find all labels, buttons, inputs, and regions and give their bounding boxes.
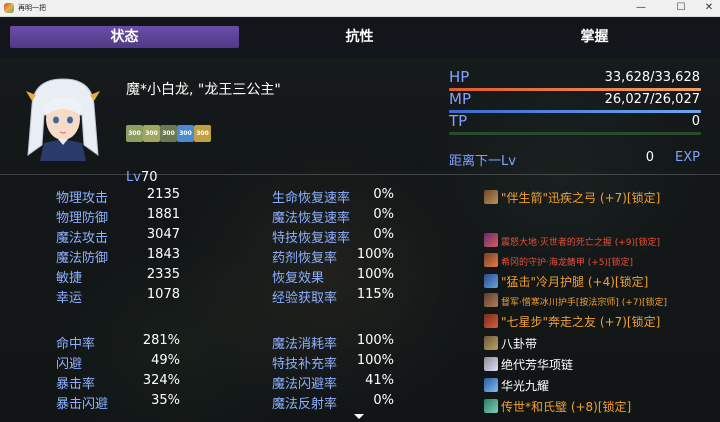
- equip-slot[interactable]: 督军·憎寒冰川护手[按法宗师] (+7)[锁定]: [484, 293, 667, 308]
- param-value: 2135: [146, 187, 180, 202]
- tab-mastery[interactable]: 掌握: [480, 26, 709, 48]
- status-tabs: 状态 抗性 掌握: [0, 17, 720, 57]
- hp-label: HP: [449, 68, 470, 86]
- param-label: 敏捷: [56, 271, 83, 286]
- gloves-icon: [484, 293, 498, 307]
- equip-slot[interactable]: 希冈的守护·海龙鳍甲 (+5)[锁定]: [484, 253, 633, 268]
- boots-icon: [484, 314, 498, 328]
- param-label: 恢复效果: [272, 271, 325, 286]
- tab-status[interactable]: 状态: [10, 26, 239, 48]
- param-label: 魔法闪避率: [272, 377, 338, 392]
- hp-value: 33,628/33,628: [604, 70, 700, 85]
- param-value: 2335: [146, 267, 180, 282]
- param-label: 魔法攻击: [56, 231, 109, 246]
- tab-resistance[interactable]: 抗性: [245, 26, 474, 48]
- param-value: 1078: [146, 287, 180, 302]
- param-label: 幸运: [56, 291, 83, 306]
- equip-slot[interactable]: 震怒大地·灭世者的死亡之握 (+9)[锁定]: [484, 233, 660, 248]
- param-value: 324%: [142, 373, 180, 388]
- param-value: 281%: [142, 333, 180, 348]
- window-titlebar: 再明一把 — ☐ ✕: [0, 0, 720, 17]
- equip-slot[interactable]: 绝代芳华项链: [484, 356, 573, 373]
- tp-value: 0: [691, 114, 700, 129]
- equip-slot[interactable]: "七星步"奔走之友 (+7)[锁定]: [484, 313, 660, 330]
- param-value: 115%: [356, 287, 394, 302]
- param-value: 0%: [373, 227, 394, 242]
- buff-icon: 300: [126, 125, 143, 142]
- necklace-icon: [484, 357, 498, 371]
- param-label: 魔法消耗率: [272, 337, 338, 352]
- hp-gauge: [449, 88, 701, 91]
- status-panel: 魔*小白龙, "龙王三公主" 300 300 300 300 300 Lv 70…: [0, 57, 720, 422]
- level-value: 70: [141, 170, 158, 185]
- param-value: 0%: [373, 393, 394, 408]
- param-value: 100%: [356, 353, 394, 368]
- level-label: Lv: [126, 170, 141, 185]
- minimize-button[interactable]: —: [630, 1, 652, 15]
- equip-slot[interactable]: "猛击"冷月护腿 (+4)[锁定]: [484, 273, 648, 290]
- buff-icon: 300: [143, 125, 160, 142]
- param-label: 物理防御: [56, 211, 109, 226]
- param-value: 0%: [373, 207, 394, 222]
- param-value: 0%: [373, 187, 394, 202]
- param-value: 1843: [146, 247, 180, 262]
- param-label: 闪避: [56, 357, 83, 372]
- mp-label: MP: [449, 90, 471, 108]
- tp-label: TP: [449, 112, 468, 130]
- app-icon: [4, 3, 14, 13]
- param-label: 魔法恢复速率: [272, 211, 351, 226]
- tp-gauge: [449, 132, 701, 135]
- param-label: 特技补充率: [272, 357, 338, 372]
- param-label: 暴击率: [56, 377, 96, 392]
- ring-icon: [484, 378, 498, 392]
- game-screen: 状态 抗性 掌握 魔*小白龙, "龙王三公主" 300 300 300 300 …: [0, 17, 720, 422]
- maximize-button[interactable]: ☐: [670, 1, 692, 15]
- mp-value: 26,027/26,027: [604, 92, 700, 107]
- buff-icon: 300: [194, 125, 211, 142]
- mp-gauge: [449, 110, 701, 113]
- divider: [0, 174, 720, 175]
- gauntlet-icon: [484, 233, 498, 247]
- window-title: 再明一把: [18, 4, 46, 12]
- scroll-down-icon[interactable]: [354, 414, 364, 419]
- equip-slot[interactable]: 传世*和氏璧 (+8)[锁定]: [484, 398, 631, 415]
- equip-slot[interactable]: 华光九耀: [484, 377, 549, 394]
- armor-icon: [484, 253, 498, 267]
- param-label: 物理攻击: [56, 191, 109, 206]
- param-value: 100%: [356, 333, 394, 348]
- exp-unit: EXP: [675, 150, 700, 165]
- next-level-value: 0: [645, 150, 654, 165]
- param-label: 魔法防御: [56, 251, 109, 266]
- buff-icon: 300: [177, 125, 194, 142]
- leggings-icon: [484, 274, 498, 288]
- equip-slot[interactable]: 八卦带: [484, 335, 537, 352]
- param-value: 35%: [151, 393, 180, 408]
- param-value: 49%: [151, 353, 180, 368]
- param-label: 经验获取率: [272, 291, 338, 306]
- param-label: 暴击闪避: [56, 397, 109, 412]
- bow-icon: [484, 190, 498, 204]
- jade-icon: [484, 399, 498, 413]
- param-value: 41%: [365, 373, 394, 388]
- param-value: 3047: [146, 227, 180, 242]
- actor-portrait: [26, 78, 100, 161]
- belt-icon: [484, 336, 498, 350]
- param-label: 命中率: [56, 337, 96, 352]
- param-label: 药剂恢复率: [272, 251, 338, 266]
- param-value: 100%: [356, 267, 394, 282]
- equip-slot[interactable]: "伴生箭"迅疾之弓 (+7)[锁定]: [484, 189, 660, 206]
- close-button[interactable]: ✕: [698, 1, 720, 15]
- param-label: 魔法反射率: [272, 397, 338, 412]
- param-value: 100%: [356, 247, 394, 262]
- param-value: 1881: [146, 207, 180, 222]
- buff-icon: 300: [160, 125, 177, 142]
- next-level-label: 距离下一Lv: [449, 154, 516, 169]
- actor-name: 魔*小白龙, "龙王三公主": [126, 82, 281, 98]
- param-label: 生命恢复速率: [272, 191, 351, 206]
- param-label: 特技恢复速率: [272, 231, 351, 246]
